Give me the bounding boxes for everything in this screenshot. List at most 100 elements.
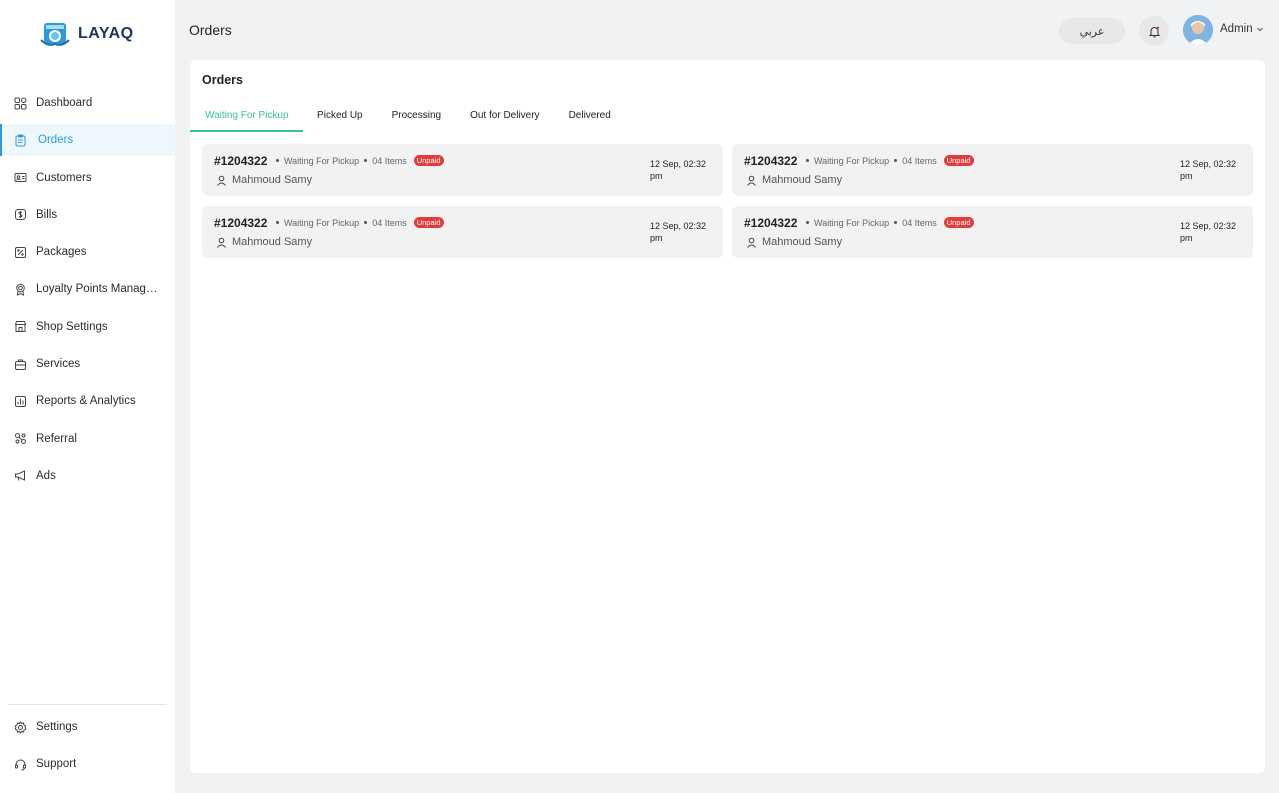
separator-dot — [364, 221, 368, 224]
sidebar-divider — [8, 704, 167, 705]
order-customer: Mahmoud Samy — [746, 174, 842, 186]
sidebar-item-dashboard[interactable]: Dashboard — [0, 87, 175, 119]
sidebar-item-label: Customers — [36, 171, 92, 184]
order-meta: Waiting For Pickup 04 Items Unpaid — [806, 155, 974, 166]
chevron-down-icon — [1256, 27, 1263, 32]
chart-icon — [15, 395, 26, 407]
order-status: Waiting For Pickup — [814, 217, 890, 228]
sidebar-item-label: Reports & Analytics — [36, 395, 136, 408]
customer-name: Mahmoud Samy — [762, 236, 843, 248]
order-customer: Mahmoud Samy — [746, 236, 842, 248]
sidebar-item-loyalty-points[interactable]: Loyalty Points Manage... — [0, 273, 175, 305]
tab-processing[interactable]: Processing — [377, 104, 455, 132]
sidebar-item-label: Settings — [36, 721, 78, 733]
sidebar-item-referral[interactable]: Referral — [0, 423, 175, 455]
order-status-tabs: Waiting For Pickup Picked Up Processing … — [190, 104, 625, 132]
order-status: Waiting For Pickup — [284, 217, 360, 228]
sidebar-item-label: Ads — [36, 469, 56, 482]
sidebar-item-packages[interactable]: Packages — [0, 236, 175, 268]
shop-icon — [14, 321, 27, 333]
washing-machine-logo-icon — [40, 23, 70, 46]
order-items-count: 04 Items — [902, 217, 937, 228]
tab-delivered[interactable]: Delivered — [554, 104, 625, 132]
order-card[interactable]: #1204322 Waiting For Pickup 04 Items Unp… — [732, 206, 1253, 258]
id-card-icon — [14, 173, 27, 183]
user-icon — [747, 175, 756, 186]
orders-panel: Orders Waiting For Pickup Picked Up Proc… — [190, 60, 1265, 773]
separator-dot — [806, 159, 809, 162]
order-card[interactable]: #1204322 Waiting For Pickup 04 Items Unp… — [202, 144, 723, 196]
sidebar-item-shop-settings[interactable]: Shop Settings — [0, 311, 175, 343]
sidebar-item-orders[interactable]: Orders — [0, 124, 175, 157]
user-name: Admin — [1220, 23, 1253, 35]
user-avatar-icon — [1183, 15, 1213, 45]
medal-icon — [16, 283, 25, 296]
sidebar-item-label: Support — [36, 758, 77, 771]
referral-icon — [15, 433, 26, 445]
sidebar-item-services[interactable]: Services — [0, 348, 175, 380]
user-icon — [217, 175, 226, 186]
megaphone-icon — [15, 470, 25, 482]
sidebar-item-label: Packages — [36, 246, 87, 259]
sidebar-item-bills[interactable]: Bills — [0, 199, 175, 231]
user-icon — [217, 237, 226, 248]
user-menu[interactable]: Admin — [1220, 23, 1264, 35]
package-icon — [15, 246, 26, 258]
sidebar-item-label: Orders — [38, 134, 74, 147]
order-id: #1204322 — [744, 216, 798, 230]
separator-dot — [276, 159, 279, 162]
sidebar-item-label: Services — [36, 358, 81, 371]
payment-status-badge: Unpaid — [413, 155, 444, 166]
order-id: #1204322 — [744, 154, 798, 168]
order-date: 12 Sep, 02:32 pm — [1180, 159, 1237, 181]
tab-out-for-delivery[interactable]: Out for Delivery — [456, 104, 554, 132]
separator-dot — [806, 221, 809, 224]
order-id: #1204322 — [214, 154, 268, 168]
payment-status-badge: Unpaid — [413, 217, 444, 228]
orders-grid: #1204322 Waiting For Pickup 04 Items Unp… — [202, 144, 1253, 258]
order-customer: Mahmoud Samy — [216, 236, 312, 248]
sidebar-item-ads[interactable]: Ads — [0, 460, 175, 492]
separator-dot — [894, 159, 898, 162]
separator-dot — [894, 221, 898, 224]
order-card[interactable]: #1204322 Waiting For Pickup 04 Items Unp… — [202, 206, 723, 258]
briefcase-icon — [15, 359, 26, 370]
tab-waiting-for-pickup[interactable]: Waiting For Pickup — [190, 104, 303, 132]
user-icon — [747, 237, 756, 248]
order-customer: Mahmoud Samy — [216, 174, 312, 186]
order-card[interactable]: #1204322 Waiting For Pickup 04 Items Unp… — [732, 144, 1253, 196]
order-status: Waiting For Pickup — [814, 155, 890, 166]
sidebar-item-label: Shop Settings — [36, 320, 108, 333]
order-id: #1204322 — [214, 216, 268, 230]
sidebar-bottom-nav: Settings Support — [0, 711, 175, 786]
payment-status-badge: Unpaid — [943, 217, 974, 228]
sidebar-item-label: Loyalty Points Manage... — [36, 283, 161, 296]
sidebar: LAYAQ Dashboard Orders Customers Bills P… — [0, 0, 175, 793]
sidebar-item-customers[interactable]: Customers — [0, 162, 175, 194]
headset-icon — [15, 759, 26, 771]
page-title: Orders — [189, 22, 232, 38]
order-date: 12 Sep, 02:32 pm — [1180, 221, 1237, 243]
sidebar-item-label: Referral — [36, 432, 77, 445]
brand-name: LAYAQ — [78, 25, 134, 42]
order-status: Waiting For Pickup — [284, 155, 360, 166]
dashboard-grid-icon — [14, 97, 27, 109]
order-meta: Waiting For Pickup 04 Items Unpaid — [276, 217, 444, 228]
order-meta: Waiting For Pickup 04 Items Unpaid — [276, 155, 444, 166]
sidebar-item-support[interactable]: Support — [0, 748, 175, 780]
order-items-count: 04 Items — [902, 155, 937, 166]
bell-icon — [1148, 26, 1160, 37]
dollar-icon — [15, 209, 26, 221]
panel-title: Orders — [202, 73, 243, 87]
notifications-button[interactable] — [1139, 16, 1169, 46]
order-meta: Waiting For Pickup 04 Items Unpaid — [806, 217, 974, 228]
order-items-count: 04 Items — [372, 155, 407, 166]
sidebar-item-reports-analytics[interactable]: Reports & Analytics — [0, 385, 175, 417]
separator-dot — [276, 221, 279, 224]
brand-logo[interactable]: LAYAQ — [40, 20, 134, 48]
language-toggle-button[interactable]: عربي — [1059, 18, 1125, 44]
tab-picked-up[interactable]: Picked Up — [303, 104, 378, 132]
sidebar-item-settings[interactable]: Settings — [0, 711, 175, 743]
sidebar-item-label: Dashboard — [36, 97, 93, 109]
avatar[interactable] — [1183, 15, 1213, 45]
